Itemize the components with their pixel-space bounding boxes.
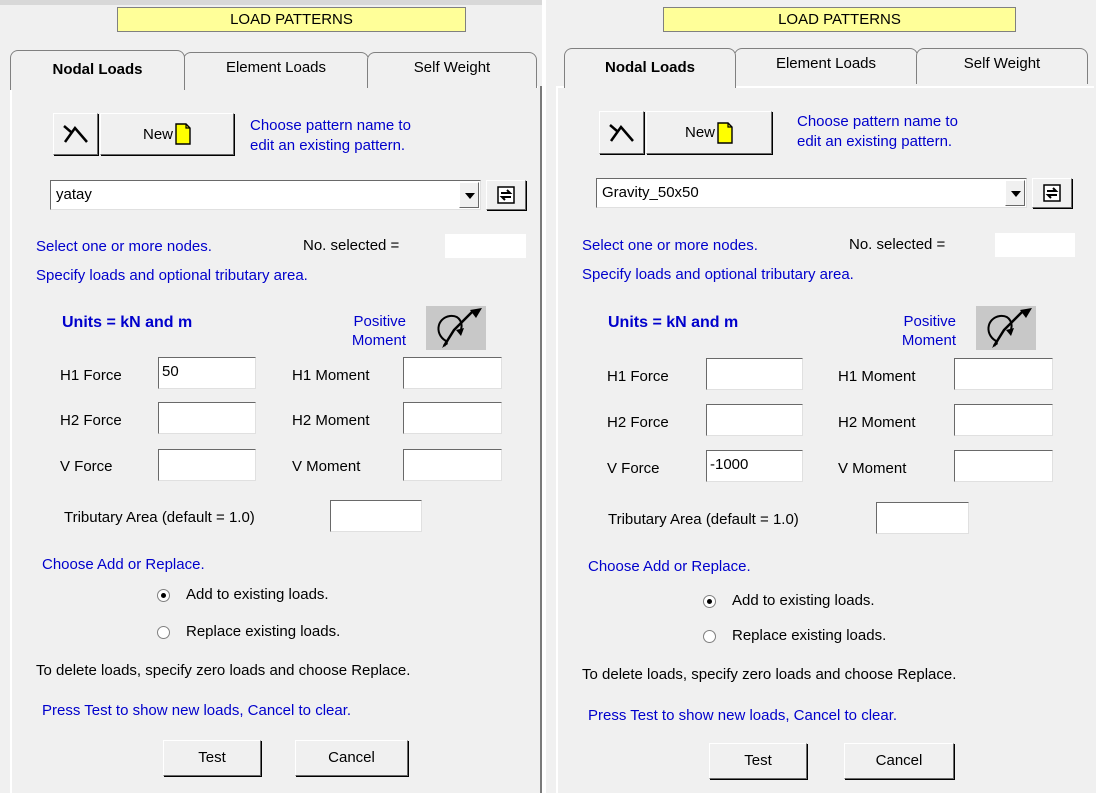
delete-note: To delete loads, specify zero loads and …	[582, 666, 957, 683]
hint-line-2: edit an existing pattern.	[797, 133, 953, 150]
delete-note: To delete loads, specify zero loads and …	[36, 662, 411, 679]
replace-radio[interactable]	[157, 626, 170, 639]
press-test-note: Press Test to show new loads, Cancel to …	[42, 702, 352, 719]
pattern-value: Gravity_50x50	[602, 184, 699, 201]
positive-moment-label: Positive Moment	[326, 312, 406, 350]
select-nodes-text: Select one or more nodes.	[582, 237, 758, 254]
tributary-area-input[interactable]	[330, 500, 422, 532]
specify-text: Specify loads and optional tributary are…	[582, 266, 854, 283]
pick-icon	[62, 125, 88, 143]
new-pattern-button[interactable]: New	[100, 113, 234, 155]
v-moment-label: V Moment	[292, 458, 361, 475]
tab-self-weight[interactable]: Self Weight	[367, 52, 537, 88]
h2-force-input[interactable]	[706, 404, 803, 436]
hint-line-1: Choose pattern name to	[797, 113, 958, 130]
refresh-icon	[1043, 184, 1061, 202]
positive-moment-label: Positive Moment	[876, 312, 956, 350]
pick-button[interactable]	[599, 111, 644, 154]
positive-text: Positive	[353, 313, 406, 330]
h2-moment-label: H2 Moment	[292, 412, 370, 429]
panel-title: LOAD PATTERNS	[663, 7, 1016, 32]
h2-moment-input[interactable]	[403, 402, 502, 434]
chevron-down-icon[interactable]	[459, 182, 479, 208]
units-label: Units = kN and m	[608, 314, 739, 331]
h2-moment-label: H2 Moment	[838, 414, 916, 431]
h1-moment-input[interactable]	[403, 357, 502, 389]
panel-top-strip	[0, 0, 542, 5]
test-button[interactable]: Test	[709, 743, 807, 779]
v-moment-input[interactable]	[954, 450, 1053, 482]
replace-radio-label[interactable]: Replace existing loads.	[732, 627, 886, 644]
tributary-area-input[interactable]	[876, 502, 969, 534]
positive-moment-icon	[976, 306, 1036, 350]
h2-force-input[interactable]	[158, 402, 256, 434]
h1-force-input[interactable]: 50	[158, 357, 256, 389]
chevron-down-icon[interactable]	[1005, 180, 1025, 206]
tab-self-weight[interactable]: Self Weight	[916, 48, 1088, 84]
tab-element-loads[interactable]: Element Loads	[734, 48, 918, 84]
tributary-area-label: Tributary Area (default = 1.0)	[608, 511, 799, 528]
h2-moment-input[interactable]	[954, 404, 1053, 436]
no-selected-label: No. selected =	[303, 237, 400, 254]
positive-text: Positive	[903, 313, 956, 330]
new-pattern-button[interactable]: New	[646, 111, 772, 154]
add-radio[interactable]	[703, 595, 716, 608]
h1-force-input[interactable]	[706, 358, 803, 390]
h1-moment-label: H1 Moment	[838, 368, 916, 385]
h2-force-label: H2 Force	[60, 412, 122, 429]
new-label: New	[684, 124, 715, 141]
tributary-area-label: Tributary Area (default = 1.0)	[64, 509, 255, 526]
hint-line-2: edit an existing pattern.	[250, 137, 406, 154]
h2-force-label: H2 Force	[607, 414, 669, 431]
load-patterns-panel-right: LOAD PATTERNS Nodal Loads Element Loads …	[546, 0, 1096, 793]
v-moment-label: V Moment	[838, 460, 907, 477]
refresh-icon	[497, 186, 515, 204]
units-label: Units = kN and m	[62, 314, 193, 331]
v-force-input[interactable]: -1000	[706, 450, 803, 482]
pick-button[interactable]	[53, 113, 98, 155]
replace-radio[interactable]	[703, 630, 716, 643]
pick-icon	[608, 123, 634, 142]
tab-nodal-loads[interactable]: Nodal Loads	[564, 48, 736, 88]
panel-title: LOAD PATTERNS	[117, 7, 466, 32]
v-force-label: V Force	[60, 458, 113, 475]
hint-line-1: Choose pattern name to	[250, 117, 411, 134]
v-moment-input[interactable]	[403, 449, 502, 481]
v-force-input[interactable]	[158, 449, 256, 481]
moment-text: Moment	[901, 332, 956, 349]
v-force-label: V Force	[607, 460, 660, 477]
pattern-value: yatay	[56, 186, 92, 203]
no-selected-value	[995, 233, 1075, 257]
h1-force-label: H1 Force	[60, 367, 122, 384]
select-nodes-text: Select one or more nodes.	[36, 238, 212, 255]
add-radio-label[interactable]: Add to existing loads.	[186, 586, 329, 603]
h1-force-label: H1 Force	[607, 368, 669, 385]
cancel-button[interactable]: Cancel	[844, 743, 954, 779]
pattern-select[interactable]: Gravity_50x50	[596, 178, 1027, 208]
tab-element-loads[interactable]: Element Loads	[183, 52, 369, 88]
cancel-button[interactable]: Cancel	[295, 740, 408, 776]
replace-radio-label[interactable]: Replace existing loads.	[186, 623, 340, 640]
new-document-icon	[175, 123, 191, 145]
press-test-note: Press Test to show new loads, Cancel to …	[588, 707, 898, 724]
test-button[interactable]: Test	[163, 740, 261, 776]
new-document-icon	[717, 121, 733, 144]
load-patterns-panel-left: LOAD PATTERNS Nodal Loads Element Loads …	[0, 0, 542, 793]
specify-text: Specify loads and optional tributary are…	[36, 267, 308, 284]
tab-nodal-loads[interactable]: Nodal Loads	[10, 50, 185, 90]
add-radio-label[interactable]: Add to existing loads.	[732, 592, 875, 609]
refresh-button[interactable]	[1032, 178, 1072, 208]
choose-add-replace-text: Choose Add or Replace.	[588, 558, 751, 575]
h1-moment-label: H1 Moment	[292, 367, 370, 384]
choose-add-replace-text: Choose Add or Replace.	[42, 556, 205, 573]
new-label: New	[142, 125, 173, 143]
no-selected-label: No. selected =	[849, 236, 946, 253]
moment-text: Moment	[351, 332, 406, 349]
refresh-button[interactable]	[486, 180, 526, 210]
no-selected-value	[445, 234, 526, 258]
pattern-select[interactable]: yatay	[50, 180, 481, 210]
h1-moment-input[interactable]	[954, 358, 1053, 390]
positive-moment-icon	[426, 306, 486, 350]
add-radio[interactable]	[157, 589, 170, 602]
